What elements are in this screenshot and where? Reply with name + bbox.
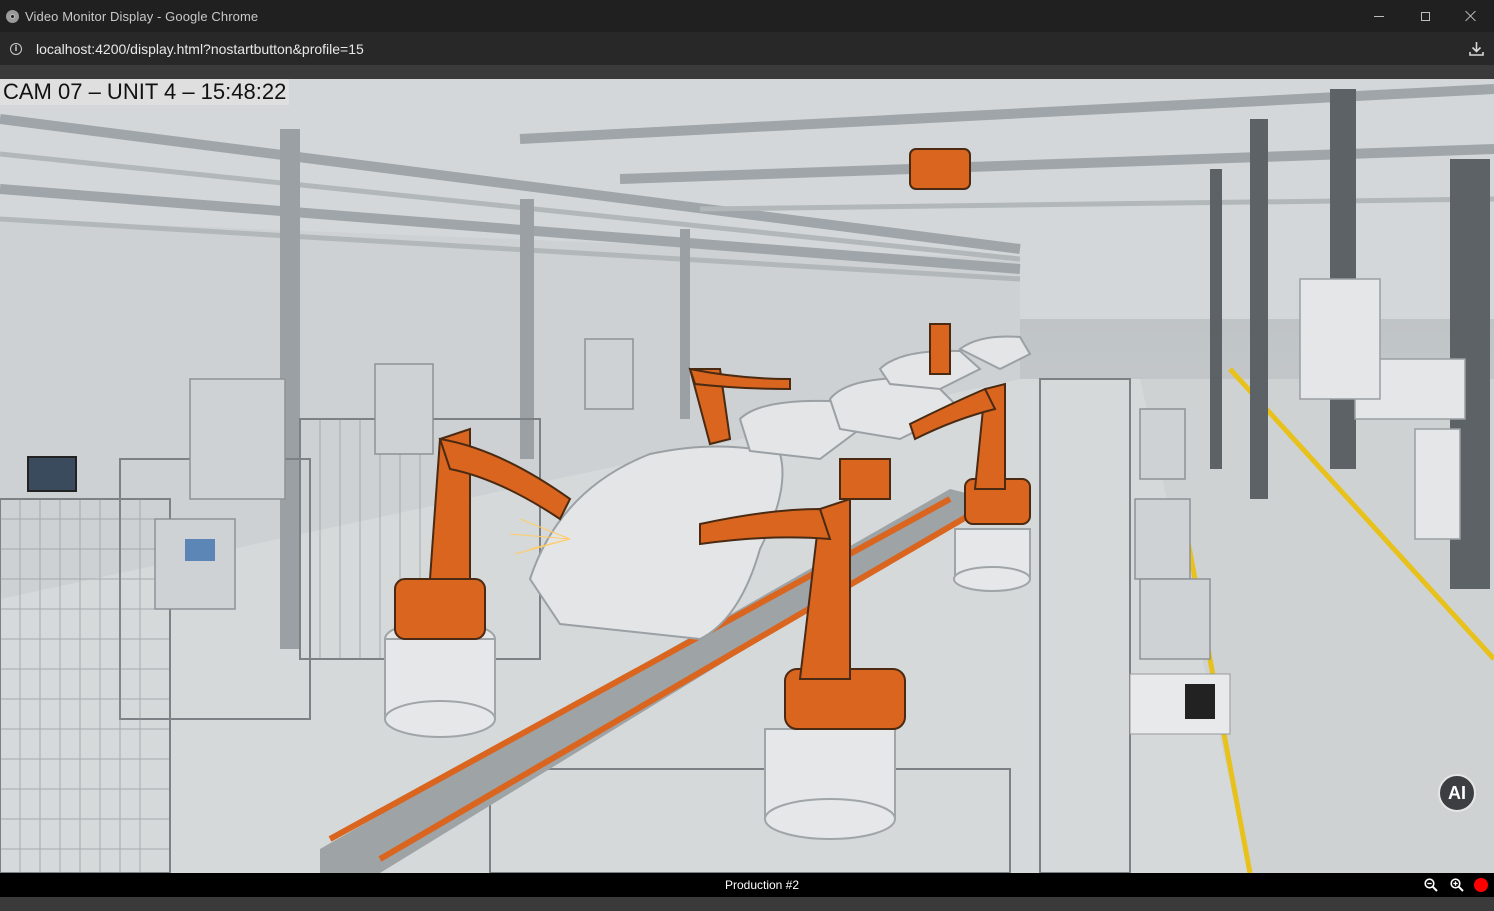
- factory-scene: [0, 79, 1494, 873]
- stream-caption: Production #2: [724, 878, 800, 892]
- minimize-button[interactable]: [1356, 0, 1402, 32]
- url-field[interactable]: localhost:4200/display.html?nostartbutto…: [36, 41, 364, 57]
- window-title: Video Monitor Display - Google Chrome: [25, 8, 259, 24]
- app-icon: [6, 9, 19, 23]
- top-separator: [0, 65, 1494, 79]
- window-controls: [1356, 0, 1494, 32]
- title-bar: Video Monitor Display - Google Chrome: [0, 0, 1494, 32]
- maximize-icon: [1420, 11, 1430, 21]
- bottom-toolbar: Production #2: [0, 873, 1494, 897]
- address-bar: i localhost:4200/display.html?nostartbut…: [0, 32, 1494, 65]
- minimize-icon: [1374, 15, 1384, 17]
- ai-button[interactable]: AI: [1438, 774, 1476, 812]
- download-icon[interactable]: [1468, 40, 1485, 57]
- close-icon: [1465, 10, 1477, 22]
- zoom-out-icon[interactable]: [1424, 878, 1438, 892]
- maximize-button[interactable]: [1402, 0, 1448, 32]
- record-indicator[interactable]: [1474, 878, 1488, 892]
- camera-overlay-label: CAM 07 – UNIT 4 – 15:48:22: [0, 79, 290, 105]
- zoom-in-icon[interactable]: [1450, 878, 1464, 892]
- video-feed[interactable]: CAM 07 – UNIT 4 – 15:48:22 AI: [0, 79, 1494, 873]
- bottom-separator: [0, 897, 1494, 911]
- close-button[interactable]: [1448, 0, 1494, 32]
- site-info-icon[interactable]: i: [10, 42, 22, 55]
- browser-window: Video Monitor Display - Google Chrome i …: [0, 0, 1494, 911]
